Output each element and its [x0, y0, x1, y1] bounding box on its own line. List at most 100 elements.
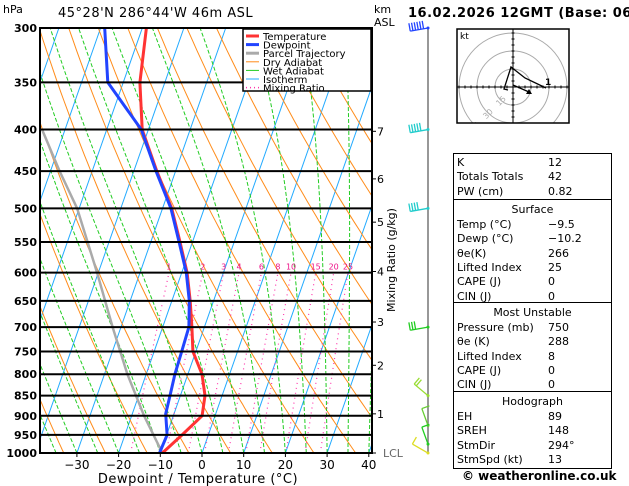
index-value: 0 — [548, 378, 555, 392]
y-tick-label: 850 — [14, 390, 37, 403]
section-title-surface: Surface — [511, 203, 554, 216]
mixing-ratio-label: 4 — [236, 263, 241, 272]
index-row: Pressure (mb) 750 — [457, 321, 609, 335]
wet-adiabat-line — [0, 28, 14, 453]
km-label: 7 — [377, 125, 384, 138]
y-tick-label: 350 — [14, 76, 37, 89]
y-tick-label: 900 — [14, 410, 37, 423]
hodograph: 153045 1 kt — [456, 28, 570, 124]
skewt-sounding: hPa 45°28'N 286°44'W 46m ASL km ASL 16.0… — [0, 0, 629, 486]
mixing-ratio-line — [285, 272, 317, 453]
index-label: CAPE (J) — [457, 275, 502, 289]
mixing-ratio-label: 1 — [166, 263, 171, 272]
index-label: StmDir — [457, 438, 496, 452]
y-tick-label: 600 — [14, 267, 37, 280]
wind-barb-feather — [416, 21, 419, 30]
mixing-ratio-label: 10 — [286, 263, 296, 272]
legend: TemperatureDewpointParcel TrajectoryDry … — [242, 28, 372, 95]
mixing-ratio-label: 20 — [329, 263, 339, 272]
index-row: StmSpd (kt) 13 — [457, 453, 609, 467]
index-value: 750 — [548, 321, 569, 334]
x-tick-label: 30 — [319, 458, 334, 472]
index-row: CAPE (J) 0 — [457, 275, 609, 289]
y-tick-label: 700 — [14, 321, 37, 334]
hodograph-point-label: 1 — [545, 78, 551, 88]
index-row: StmDir 294° — [457, 439, 609, 453]
x-tick-label: −20 — [106, 458, 131, 472]
x-tick-label: −10 — [148, 458, 173, 472]
wind-barb-dot — [426, 442, 430, 446]
index-label: K — [457, 156, 465, 169]
index-value: 13 — [548, 452, 562, 466]
index-label: Lifted Index — [457, 260, 522, 274]
index-value: 0 — [548, 289, 555, 303]
x-axis-title: Dewpoint / Temperature (°C) — [98, 472, 298, 486]
y-tick-label: 550 — [14, 236, 37, 249]
y-tick-label: 750 — [14, 345, 37, 358]
wind-barb-feather — [408, 23, 411, 32]
wind-barb-dot — [426, 451, 430, 455]
wind-barb-dot — [426, 394, 430, 398]
wind-barb-feather — [418, 21, 422, 30]
wind-barb-feather — [416, 202, 419, 211]
wind-barb-feather — [413, 123, 417, 132]
index-row: θe (K) 288 — [457, 335, 609, 349]
y-tick-label: 300 — [14, 22, 37, 35]
index-label: Dewp (°C) — [457, 232, 514, 246]
mixing-ratio-label: 25 — [343, 263, 353, 272]
wind-barb — [408, 122, 430, 134]
index-value: 288 — [548, 335, 569, 349]
wind-barb-feather — [416, 123, 419, 132]
section-title-hodograph: Hodograph — [502, 395, 563, 408]
legend-label: Mixing Ratio — [263, 84, 325, 95]
wind-barb-feather — [413, 321, 417, 330]
wind-barb-feather — [413, 22, 417, 31]
hodograph-ring-label: 15 — [494, 94, 508, 108]
mixing-ratio-label: 15 — [311, 263, 321, 272]
hodograph-ring-label: 30 — [481, 107, 495, 121]
index-row: Lifted Index 25 — [457, 261, 609, 275]
x-tick-label: 20 — [278, 458, 293, 472]
index-label: PW (cm) — [457, 184, 504, 198]
wind-barb-shaft — [421, 426, 429, 445]
km-label: 6 — [377, 173, 384, 186]
km-label: 1 — [377, 408, 384, 421]
index-value: 266 — [548, 246, 569, 260]
index-row: EH 89 — [457, 410, 609, 424]
wind-barb-feather — [408, 203, 411, 212]
hodograph-unit-label: kt — [460, 32, 469, 42]
index-label: CIN (J) — [457, 378, 492, 392]
index-label: Totals Totals — [457, 170, 524, 184]
mixing-ratio-label: 6 — [259, 263, 264, 272]
wind-barb-feather — [410, 124, 414, 133]
y-tick-label: 450 — [14, 165, 37, 178]
wet-adiabat-line — [40, 362, 78, 453]
section-divider — [454, 199, 611, 200]
index-row: SREH 148 — [457, 424, 609, 438]
x-tick-label: 0 — [198, 458, 206, 472]
wind-barb-dot — [426, 26, 430, 30]
index-value: 0.82 — [548, 184, 573, 198]
index-value: 294° — [548, 438, 575, 452]
index-label: StmSpd (kt) — [457, 452, 523, 466]
y-tick-label: 400 — [14, 124, 37, 137]
index-value: 89 — [548, 410, 562, 423]
wind-barb-dot — [426, 128, 430, 132]
wind-barb-dot — [426, 325, 430, 329]
y-tick-label: 800 — [14, 368, 37, 381]
storm-motion-arrow — [512, 84, 530, 93]
y-tick-label: 650 — [14, 295, 37, 308]
wind-barb-dot — [426, 206, 430, 210]
wind-barb-feather — [408, 124, 411, 133]
section-divider — [454, 391, 611, 392]
index-value: 0 — [548, 275, 555, 289]
index-row: Dewp (°C) −10.2 — [457, 232, 609, 246]
x-tick-label: 10 — [236, 458, 251, 472]
km-label: LCL — [383, 447, 404, 460]
wind-barb-feather — [418, 122, 422, 131]
index-label: EH — [457, 410, 473, 423]
index-label: Pressure (mb) — [457, 321, 534, 334]
wind-barb — [408, 20, 430, 32]
index-value: 0 — [548, 363, 555, 377]
km-label: 2 — [377, 359, 384, 372]
